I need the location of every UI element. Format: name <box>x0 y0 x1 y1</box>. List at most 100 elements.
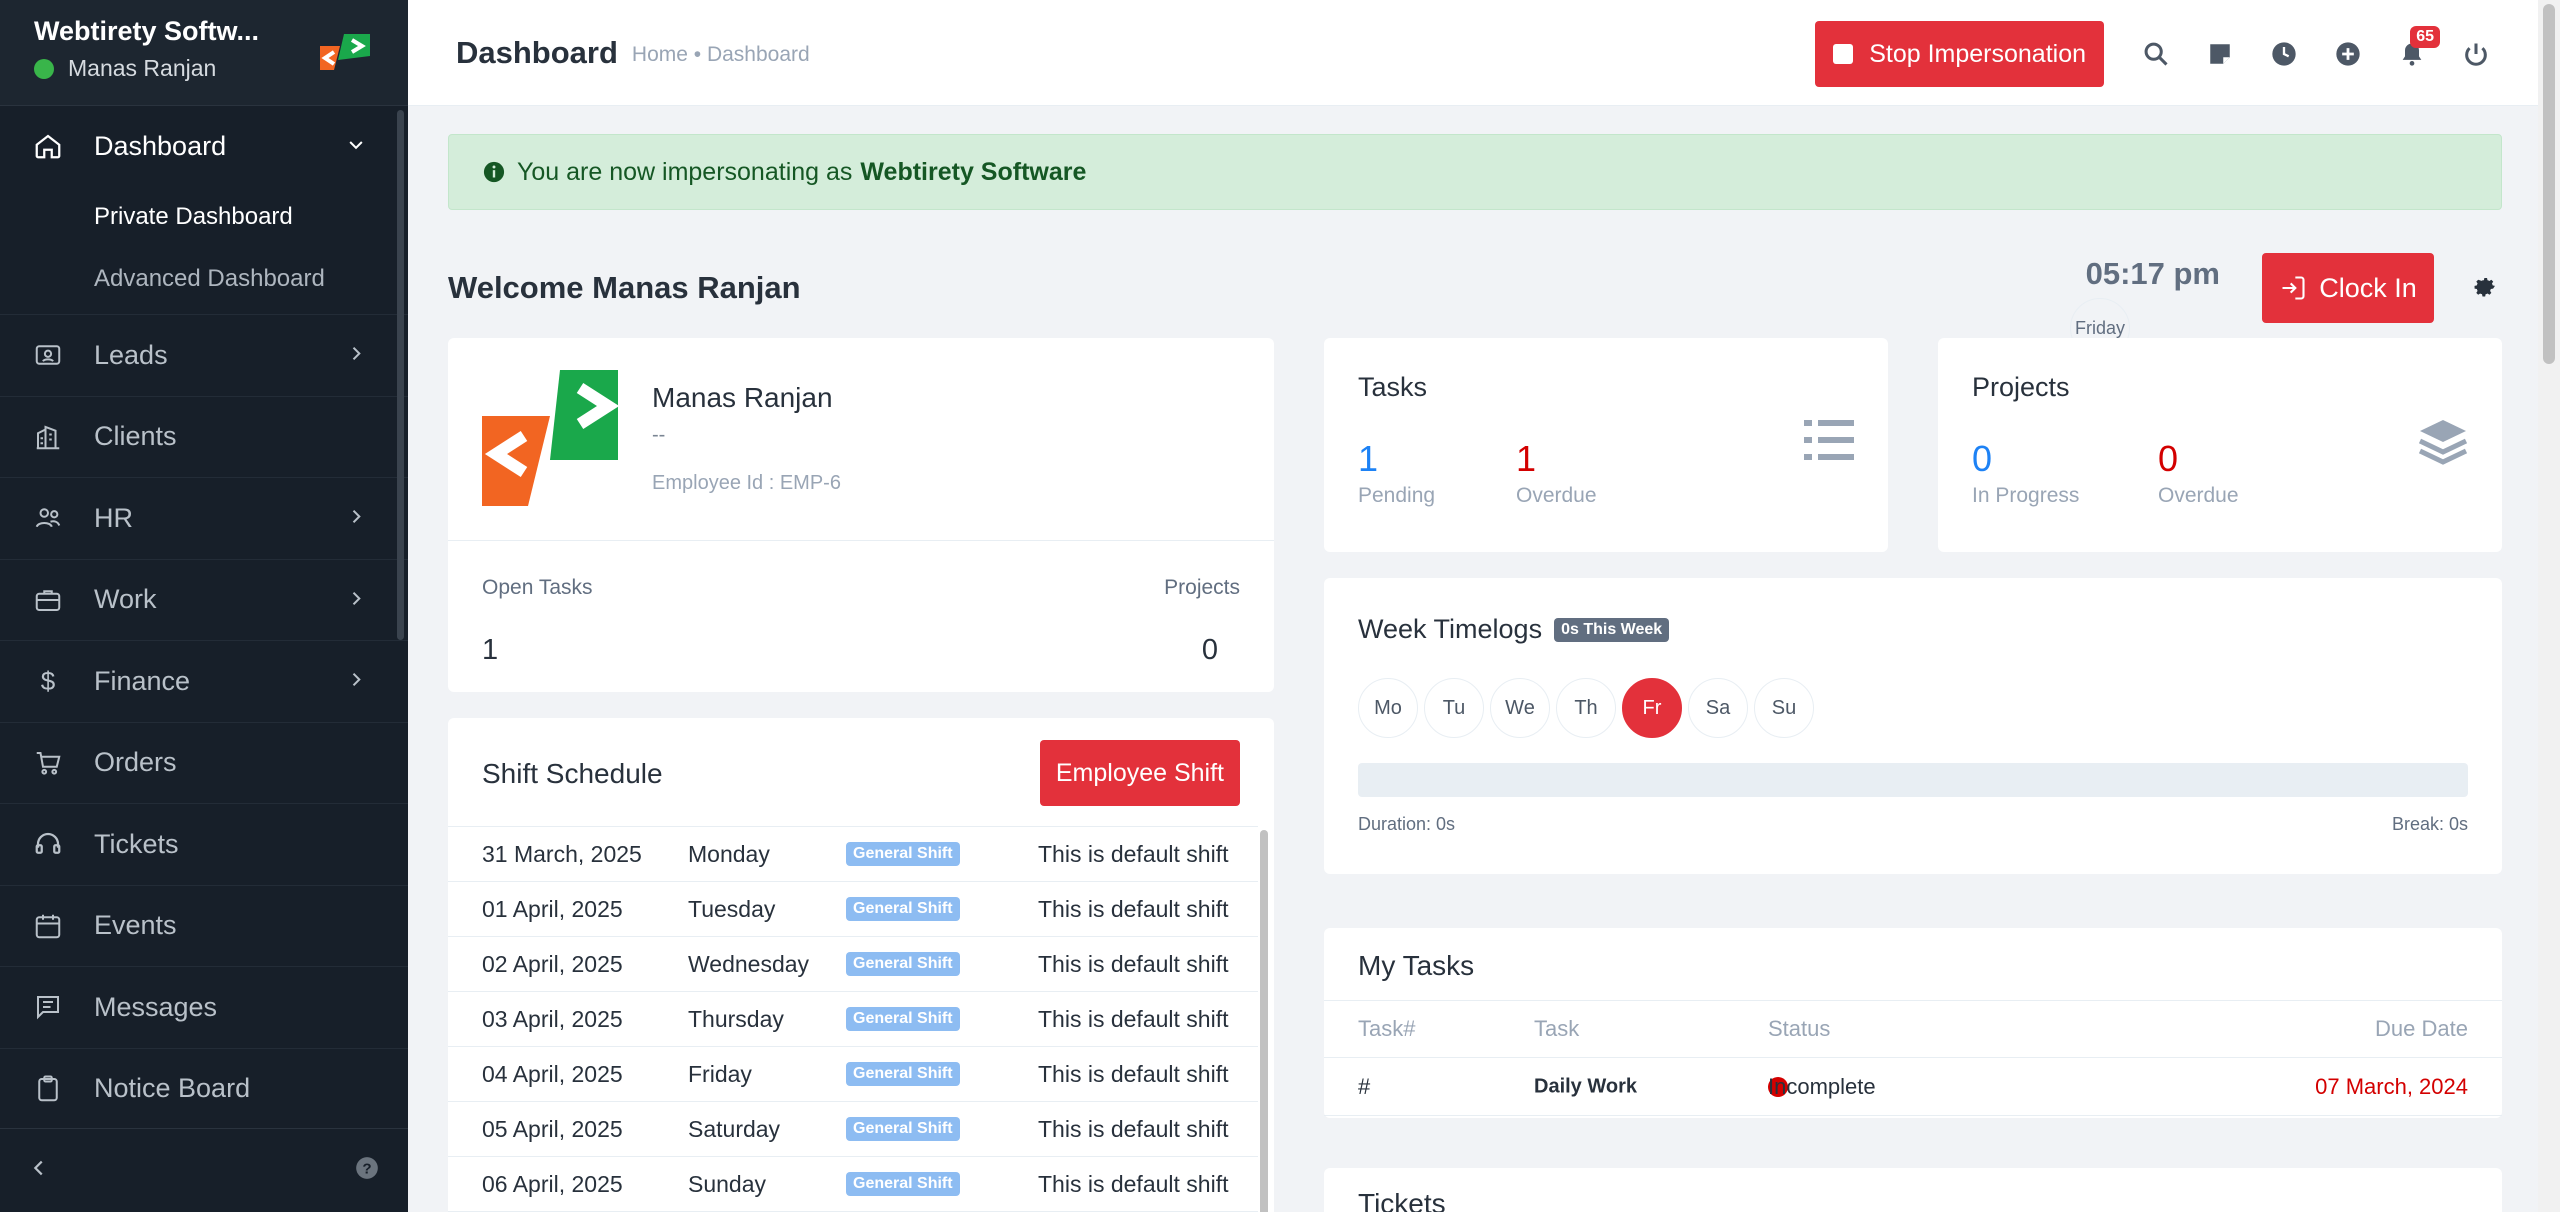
overdue-label: Overdue <box>1516 484 1597 507</box>
page-scrollbar-thumb[interactable] <box>2543 4 2555 364</box>
sidebar-item-orders[interactable]: Orders <box>0 723 408 804</box>
shift-table-scrollbar[interactable] <box>1260 830 1268 1212</box>
table-row: 02 April, 2025 Wednesday General Shift T… <box>448 937 1258 992</box>
stop-impersonation-button[interactable]: Stop Impersonation <box>1815 21 2104 87</box>
dollar-icon: $ <box>40 665 56 696</box>
pending-tasks-count[interactable]: 1 <box>1358 438 1378 480</box>
gear-icon[interactable] <box>2470 272 2498 305</box>
sidebar-item-hr[interactable]: HR <box>0 478 408 560</box>
day-tu[interactable]: Tu <box>1424 678 1484 738</box>
shift-note: This is default shift <box>1038 1115 1229 1142</box>
sidebar-brand[interactable]: Webtirety Softw... Manas Ranjan <box>0 0 408 106</box>
overdue-projects-count[interactable]: 0 <box>2158 438 2178 480</box>
week-timelogs-card: Week Timelogs 0s This Week Mo Tu We Th F… <box>1324 578 2502 874</box>
search-icon[interactable] <box>2124 22 2188 86</box>
employee-name[interactable]: Manas Ranjan <box>652 382 833 414</box>
shift-date: 02 April, 2025 <box>482 950 623 977</box>
bell-icon[interactable]: 65 <box>2380 22 2444 86</box>
welcome-heading: Welcome Manas Ranjan <box>448 270 801 305</box>
tasks-card: Tasks 1 Pending 1 Overdue <box>1324 338 1888 552</box>
table-row: 31 March, 2025 Monday General Shift This… <box>448 827 1258 882</box>
sidebar-item-label: Finance <box>94 665 191 696</box>
sidebar-item-work[interactable]: Work <box>0 560 408 641</box>
add-circle-icon[interactable] <box>2316 22 2380 86</box>
sidebar-subitem-private-dashboard[interactable]: Private Dashboard <box>0 186 408 248</box>
day-sa[interactable]: Sa <box>1688 678 1748 738</box>
week-timelogs-heading: Week Timelogs <box>1358 614 1543 644</box>
task-status-text: Incomplete <box>1768 1073 1876 1099</box>
sidebar-item-label: Clients <box>94 421 177 452</box>
shift-note: This is default shift <box>1038 1060 1229 1087</box>
day-mo[interactable]: Mo <box>1358 678 1418 738</box>
employee-shift-button[interactable]: Employee Shift <box>1039 740 1240 806</box>
sidebar-scrollbar[interactable] <box>397 110 404 640</box>
divider <box>448 540 1274 541</box>
shift-badge: General Shift <box>846 842 960 866</box>
open-tasks-count[interactable]: 1 <box>482 634 498 667</box>
tickets-title: Tickets <box>1358 1188 1446 1212</box>
chat-icon <box>32 991 64 1023</box>
column-header-status: Status <box>1768 1016 1831 1041</box>
shift-day: Wednesday <box>688 950 810 977</box>
page-scrollbar[interactable] <box>2538 0 2560 1212</box>
sidebar-item-label: Events <box>94 910 177 941</box>
sign-in-icon <box>2279 274 2307 302</box>
header-actions: Stop Impersonation 65 <box>1815 21 2508 87</box>
my-tasks-title: My Tasks <box>1358 950 1475 981</box>
stop-icon <box>1833 44 1854 64</box>
weekday-selector: Mo Tu We Th Fr Sa Su <box>1358 678 1820 738</box>
clock-icon[interactable] <box>2252 22 2316 86</box>
projects-count[interactable]: 0 <box>1202 634 1218 667</box>
chevron-right-icon <box>346 503 366 534</box>
shift-day: Friday <box>688 1060 752 1087</box>
clipboard-icon <box>32 1073 64 1105</box>
contact-card-icon <box>32 339 64 371</box>
sidebar-item-label: Notice Board <box>94 1073 251 1104</box>
sidebar-item-finance[interactable]: $ Finance <box>0 641 408 723</box>
sidebar-item-events[interactable]: Events <box>0 886 408 967</box>
overdue-tasks-count[interactable]: 1 <box>1516 438 1536 480</box>
page-title: Dashboard <box>456 34 618 70</box>
column-header-due-date: Due Date <box>2375 1016 2468 1041</box>
power-icon[interactable] <box>2444 22 2508 86</box>
sidebar-item-leads[interactable]: Leads <box>0 315 408 397</box>
shift-date: 01 April, 2025 <box>482 895 623 922</box>
sidebar-item-dashboard[interactable]: Dashboard <box>0 106 408 186</box>
stop-impersonation-label: Stop Impersonation <box>1869 39 2086 68</box>
sidebar-item-notice-board[interactable]: Notice Board <box>0 1049 408 1129</box>
clock-in-label: Clock In <box>2319 272 2417 303</box>
help-icon[interactable]: ? <box>354 1155 380 1186</box>
duration-text: Duration: 0s <box>1358 814 1456 834</box>
day-su[interactable]: Su <box>1754 678 1814 738</box>
sidebar-subitem-advanced-dashboard[interactable]: Advanced Dashboard <box>0 248 408 310</box>
projects-card-title: Projects <box>1972 372 2070 402</box>
table-row: 05 April, 2025 Saturday General Shift Th… <box>448 1102 1258 1157</box>
avatar[interactable] <box>482 370 620 511</box>
projects-card: Projects 0 In Progress 0 Overdue <box>1938 338 2502 552</box>
tickets-card: Tickets <box>1324 1168 2502 1212</box>
sidebar-item-clients[interactable]: Clients <box>0 397 408 478</box>
sidebar-item-tickets[interactable]: Tickets <box>0 804 408 886</box>
shift-table: 31 March, 2025 Monday General Shift This… <box>448 826 1258 1212</box>
employee-designation: -- <box>652 424 666 446</box>
task-name-link[interactable]: Daily Work <box>1534 1075 1637 1098</box>
day-fr[interactable]: Fr <box>1622 678 1682 738</box>
week-total-badge: 0s This Week <box>1554 617 1670 642</box>
sidebar-item-messages[interactable]: Messages <box>0 967 408 1049</box>
shift-badge: General Shift <box>846 897 960 921</box>
breadcrumb[interactable]: Home • Dashboard <box>632 43 810 67</box>
people-icon <box>32 502 64 534</box>
shift-day: Monday <box>688 840 770 867</box>
collapse-sidebar-icon[interactable] <box>28 1157 50 1184</box>
day-we[interactable]: We <box>1490 678 1550 738</box>
svg-text:?: ? <box>362 1160 371 1177</box>
employee-id: Employee Id : EMP-6 <box>652 472 841 494</box>
day-th[interactable]: Th <box>1556 678 1616 738</box>
clock-in-button[interactable]: Clock In <box>2262 253 2434 323</box>
shift-date: 03 April, 2025 <box>482 1005 623 1032</box>
in-progress-projects-count[interactable]: 0 <box>1972 438 1992 480</box>
shift-day: Saturday <box>688 1115 781 1142</box>
calendar-icon <box>32 910 64 942</box>
sidebar-item-label: Work <box>94 584 157 615</box>
sticky-note-icon[interactable] <box>2188 22 2252 86</box>
